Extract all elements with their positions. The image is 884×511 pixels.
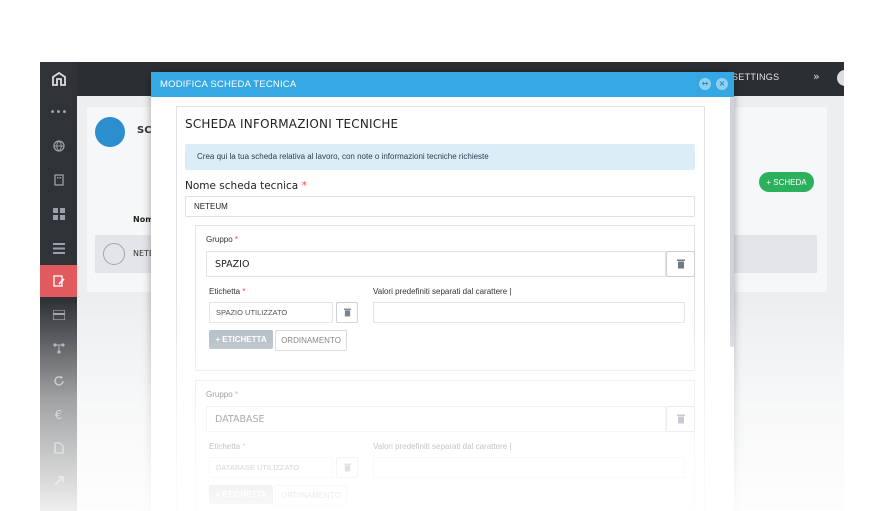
ordinamento-button[interactable]: ORDINAMENTO [275, 330, 347, 351]
card-icon[interactable] [40, 299, 77, 331]
valori-input[interactable] [373, 302, 685, 323]
panel-title: SCHEDA INFORMAZIONI TECNICHE [185, 117, 399, 131]
grid-icon[interactable] [40, 198, 77, 230]
close-icon[interactable]: × [716, 78, 728, 90]
edit-icon[interactable] [40, 265, 77, 297]
avatar[interactable] [837, 70, 844, 86]
valori-label: Valori predefiniti separati dal caratter… [373, 287, 512, 296]
etichetta-label: Etichetta * [209, 287, 246, 296]
group-card: Gruppo * SPAZIO Etichetta * Valori prede… [195, 225, 695, 371]
etichetta-label: Etichetta * [209, 442, 246, 451]
edit-icon [95, 117, 125, 147]
group-label: Gruppo * [206, 235, 239, 244]
building-icon[interactable] [40, 164, 77, 196]
dots-icon[interactable]: ••• [40, 96, 77, 128]
hierarchy-icon[interactable] [40, 332, 77, 364]
trash-icon[interactable] [336, 302, 358, 323]
share-icon[interactable] [40, 465, 77, 497]
info-alert: Crea qui la tua scheda relativa al lavor… [185, 144, 695, 170]
sync-icon[interactable] [40, 365, 77, 397]
document-icon[interactable] [40, 432, 77, 464]
add-scheda-button[interactable]: + SCHEDA [759, 172, 814, 192]
trash-icon[interactable] [336, 457, 358, 478]
euro-icon[interactable]: € [40, 399, 77, 431]
modal-dialog: MODIFICA SCHEDA TECNICA ↔ × SCHEDA INFOR… [151, 72, 734, 511]
logo-icon[interactable] [40, 62, 77, 96]
add-etichetta-button[interactable]: + ETICHETTA [209, 485, 273, 504]
add-etichetta-button[interactable]: + ETICHETTA [209, 330, 273, 349]
ordinamento-button[interactable]: ORDINAMENTO [275, 485, 347, 506]
list-icon[interactable] [40, 232, 77, 264]
group-label: Gruppo * [206, 390, 239, 399]
modal-header: MODIFICA SCHEDA TECNICA ↔ × [151, 72, 734, 97]
group-input[interactable]: SPAZIO [206, 251, 666, 277]
group-input[interactable]: DATABASE [206, 406, 666, 432]
scrollbar[interactable] [730, 97, 734, 347]
valori-input[interactable] [373, 457, 685, 478]
chevron-right-icon[interactable]: » [813, 70, 820, 83]
modal-title: MODIFICA SCHEDA TECNICA [160, 79, 297, 90]
name-input[interactable]: NETEUM [185, 196, 695, 217]
globe-icon[interactable] [40, 130, 77, 162]
app-window: ••• € SETTINGS » ⌄ SCI + SCHEDA Nom NETE… [40, 62, 844, 511]
settings-link[interactable]: SETTINGS [732, 72, 779, 82]
trash-icon[interactable] [666, 406, 695, 432]
group-card: Gruppo * DATABASE Etichetta * Valori pre… [195, 380, 695, 511]
edit-icon[interactable] [103, 243, 125, 265]
valori-label: Valori predefiniti separati dal caratter… [373, 442, 512, 451]
etichetta-input[interactable]: DATABASE UTILIZZATO [209, 457, 333, 478]
sidebar: ••• € [40, 62, 77, 511]
name-label: Nome scheda tecnica * [185, 180, 307, 192]
info-text: Crea qui la tua scheda relativa al lavor… [197, 152, 489, 161]
expand-icon[interactable]: ↔ [699, 78, 711, 90]
trash-icon[interactable] [666, 251, 695, 277]
form-panel: SCHEDA INFORMAZIONI TECNICHE Crea qui la… [176, 106, 705, 511]
etichetta-input[interactable]: SPAZIO UTILIZZATO [209, 302, 333, 323]
